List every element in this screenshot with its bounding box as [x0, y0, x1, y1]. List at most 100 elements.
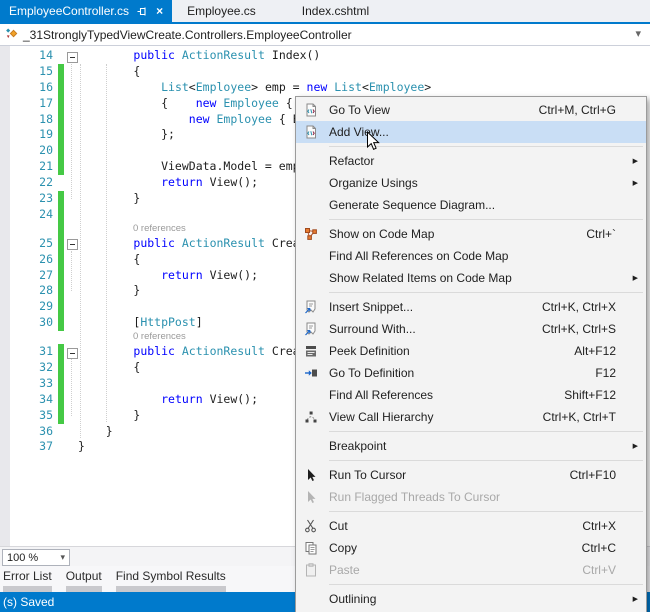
menu-item-go-to-view[interactable]: Go To View Ctrl+M, Ctrl+G: [296, 99, 646, 121]
menu-item-label: Paste: [329, 563, 360, 577]
menu-item-shortcut: Alt+F12: [574, 344, 616, 358]
copy-icon: [303, 540, 319, 556]
menu-item-label: Surround With...: [329, 322, 416, 336]
tab-label: Employee.cs: [187, 4, 256, 18]
menu-separator: [329, 460, 643, 461]
change-tracking-bar: [58, 235, 64, 252]
menu-separator: [329, 292, 643, 293]
call-hierarchy-icon: [303, 409, 319, 425]
tab-employeecontroller-cs[interactable]: EmployeeController.cs ×: [0, 0, 173, 22]
submenu-arrow-icon: ▶: [632, 158, 638, 165]
change-tracking-bar: [58, 222, 64, 236]
panel-tab-label: Output: [65, 569, 102, 583]
menu-item-label: Generate Sequence Diagram...: [329, 198, 496, 212]
menu-item-shortcut: F12: [595, 366, 616, 380]
line-number: 23: [39, 191, 53, 206]
zoom-level-dropdown[interactable]: 100 % ▾: [2, 549, 70, 566]
menu-item-label: Show on Code Map: [329, 227, 435, 241]
panel-tab-error-list[interactable]: Error List: [3, 566, 52, 592]
menu-item-generate-sequence-diagram[interactable]: Generate Sequence Diagram...: [296, 194, 646, 216]
pin-icon[interactable]: [137, 6, 148, 17]
menu-item-label: Find All References on Code Map: [329, 249, 509, 263]
fold-collapse-box[interactable]: [67, 51, 78, 63]
menu-item-label: View Call Hierarchy: [329, 410, 434, 424]
zoom-level-value: 100 %: [7, 551, 39, 564]
panel-tab-output[interactable]: Output: [65, 566, 102, 592]
menu-separator: [329, 511, 643, 512]
code-text: }: [78, 423, 113, 438]
fold-collapse-box[interactable]: [67, 347, 78, 359]
menu-item-label: Find All References: [329, 388, 434, 402]
menu-separator: [329, 584, 643, 585]
line-number: 37: [39, 439, 53, 454]
change-tracking-bar: [58, 251, 64, 268]
menu-item-label: Organize Usings: [329, 176, 418, 190]
change-tracking-bar: [58, 407, 64, 424]
menu-item-label: Peek Definition: [329, 344, 410, 358]
menu-item-cut[interactable]: Cut Ctrl+X: [296, 515, 646, 537]
tab-index-cshtml[interactable]: Index.cshtml: [293, 0, 378, 22]
code-line[interactable]: 14 public ActionResult Index(): [0, 48, 650, 64]
menu-item-go-to-definition[interactable]: Go To Definition F12: [296, 362, 646, 384]
code-line[interactable]: 15 {: [0, 63, 650, 80]
code-text: return View();: [161, 391, 259, 406]
menu-item-surround-with[interactable]: Surround With... Ctrl+K, Ctrl+S: [296, 318, 646, 340]
menu-item-organize-usings[interactable]: Organize Usings ▶: [296, 172, 646, 194]
menu-item-label: Go To View: [329, 103, 390, 117]
vs-window: EmployeeController.cs × Employee.cs Index.c…: [0, 0, 650, 612]
line-number: 27: [39, 267, 53, 282]
menu-item-view-call-hierarchy[interactable]: View Call Hierarchy Ctrl+K, Ctrl+T: [296, 406, 646, 428]
menu-item-label: Run To Cursor: [329, 468, 407, 482]
line-number: 29: [39, 299, 53, 314]
menu-item-breakpoint[interactable]: Breakpoint ▶: [296, 435, 646, 457]
no-icon: [303, 387, 319, 403]
line-number: 25: [39, 235, 53, 250]
menu-item-shortcut: Ctrl+V: [582, 563, 616, 577]
tab-employee-cs[interactable]: Employee.cs: [178, 0, 265, 22]
menu-item-label: Cut: [329, 519, 348, 533]
menu-item-peek-definition[interactable]: Peek Definition Alt+F12: [296, 340, 646, 362]
menu-item-label: Outlining: [329, 592, 377, 606]
navigation-bar[interactable]: _31StronglyTypedViewCreate.Controllers.E…: [0, 24, 650, 46]
menu-item-run-flagged-threads-to-cursor: Run Flagged Threads To Cursor: [296, 486, 646, 508]
menu-item-copy[interactable]: Copy Ctrl+C: [296, 537, 646, 559]
menu-item-label: Run Flagged Threads To Cursor: [329, 490, 500, 504]
submenu-arrow-icon: ▶: [632, 443, 638, 450]
tab-bar: EmployeeController.cs × Employee.cs Index.c…: [0, 0, 650, 22]
menu-item-insert-snippet[interactable]: Insert Snippet... Ctrl+K, Ctrl+X: [296, 296, 646, 318]
menu-item-run-to-cursor[interactable]: Run To Cursor Ctrl+F10: [296, 464, 646, 486]
line-number: 18: [39, 111, 53, 126]
line-number: 26: [39, 251, 53, 266]
change-tracking-bar: [58, 79, 64, 96]
no-icon: [303, 175, 319, 191]
menu-item-outlining[interactable]: Outlining ▶: [296, 588, 646, 610]
close-icon[interactable]: ×: [156, 5, 163, 17]
menu-item-show-related-items-on-code-map[interactable]: Show Related Items on Code Map ▶: [296, 267, 646, 289]
submenu-arrow-icon: ▶: [632, 275, 638, 282]
cut-icon: [303, 518, 319, 534]
menu-item-refactor[interactable]: Refactor ▶: [296, 150, 646, 172]
menu-item-shortcut: Shift+F12: [564, 388, 616, 402]
line-number: 20: [39, 143, 53, 158]
menu-item-find-all-references[interactable]: Find All References Shift+F12: [296, 384, 646, 406]
codelens-references[interactable]: 0 references: [133, 223, 186, 234]
menu-item-find-all-references-on-code-map[interactable]: Find All References on Code Map: [296, 245, 646, 267]
menu-item-show-on-code-map[interactable]: Show on Code Map Ctrl+`: [296, 223, 646, 245]
code-text: }: [78, 283, 141, 298]
fold-collapse-box[interactable]: [67, 239, 78, 251]
chevron-down-icon[interactable]: ▾: [635, 27, 641, 40]
code-line[interactable]: 16 List<Employee> emp = new List<Employe…: [0, 79, 650, 96]
code-text: public ActionResult Crea: [133, 344, 300, 359]
codelens-references[interactable]: 0 references: [133, 331, 186, 342]
menu-item-add-view[interactable]: Add View...: [296, 121, 646, 143]
code-text: { new Employee { E: [78, 95, 307, 110]
line-number: 14: [39, 48, 53, 62]
change-tracking-bar: [58, 283, 64, 300]
panel-tab-find-symbol-results[interactable]: Find Symbol Results: [115, 566, 226, 592]
tab-label: Index.cshtml: [301, 4, 370, 18]
line-number: 24: [39, 206, 53, 221]
panel-tab-label: Find Symbol Results: [115, 569, 226, 583]
code-text: public ActionResult Crea: [133, 235, 300, 250]
chevron-down-icon: ▾: [60, 552, 65, 562]
panel-tab-label: Error List: [3, 569, 52, 583]
